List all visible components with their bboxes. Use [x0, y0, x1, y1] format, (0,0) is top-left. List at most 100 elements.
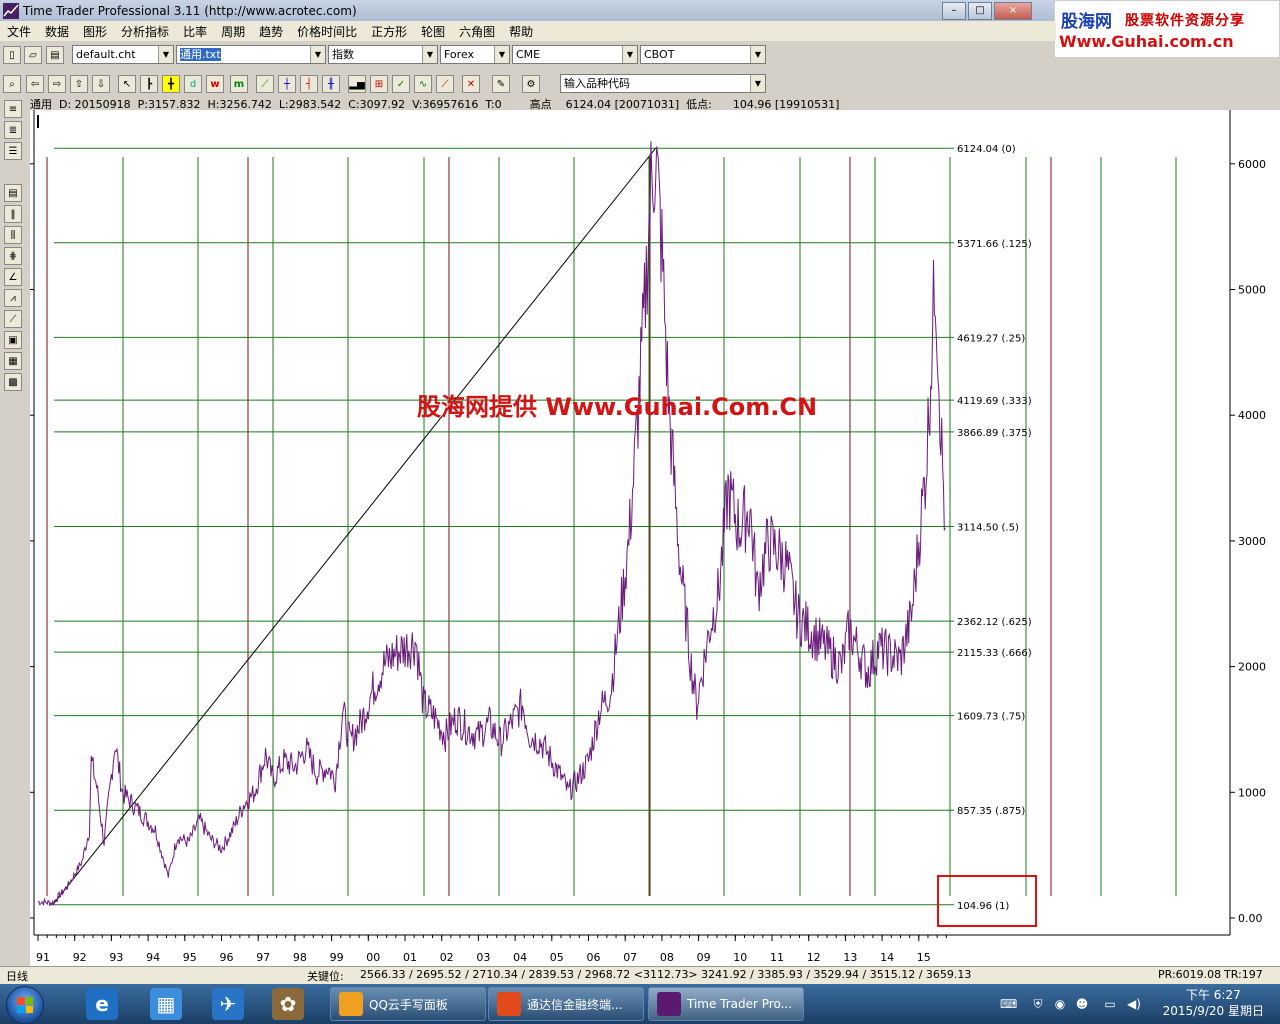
fib-level-label: 3866.89 (.375)	[957, 428, 1032, 439]
price-chart[interactable]: 6124.04 (0) 5371.66 (.125) 4619.27 (.25) 41…	[30, 110, 1280, 966]
ohlc-icon[interactable]: ┤	[300, 75, 318, 93]
monthly-button[interactable]: m	[230, 75, 248, 93]
gann-fan-icon[interactable]: ∠	[4, 268, 22, 286]
candle-icon[interactable]: ╫	[322, 75, 340, 93]
menu-price-time-ratio[interactable]: 价格时间比	[290, 23, 364, 40]
keyboard-tray-icon[interactable]: ⌨	[1000, 996, 1017, 1012]
volume-icon[interactable]: ▂▅	[348, 75, 366, 93]
network-tray-icon[interactable]: ▭	[1102, 996, 1118, 1012]
menu-period[interactable]: 周期	[214, 23, 252, 40]
clock-date: 2015/9/20 星期日	[1162, 1004, 1264, 1018]
zoom-icon[interactable]: ⌕	[3, 75, 21, 93]
daily-button[interactable]: d	[184, 75, 202, 93]
print-icon[interactable]: ▤	[46, 46, 64, 64]
x-tick-label: 09	[697, 951, 711, 964]
cbot-select[interactable]: CBOT ▼	[640, 45, 766, 64]
grid-box-icon[interactable]: ▩	[4, 373, 22, 391]
x-tick-label: 01	[403, 951, 417, 964]
fib-extension-icon[interactable]: ≣	[4, 121, 22, 139]
crosshair-icon[interactable]: ╋	[162, 75, 180, 93]
bar-chart-icon[interactable]: ┼	[278, 75, 296, 93]
vertical-lines-icon[interactable]: ⫼	[4, 226, 22, 244]
menu-file[interactable]: 文件	[0, 23, 38, 40]
timetrader-app-icon	[657, 992, 681, 1016]
x-tick-label: 12	[807, 951, 821, 964]
shield-tray-icon[interactable]: ⛨	[1030, 996, 1046, 1012]
weekly-button[interactable]: w	[206, 75, 224, 93]
arrow-down-icon[interactable]: ⇩	[92, 75, 110, 93]
bar-width-icon[interactable]: ┣	[140, 75, 158, 93]
y-tick-label: 0.00	[1238, 912, 1263, 925]
close-button[interactable]: ×	[994, 2, 1032, 20]
status-key-values: 2566.33 / 2695.52 / 2710.34 / 2839.53 / …	[360, 968, 972, 981]
bird-app-icon[interactable]: ✈	[212, 988, 244, 1020]
category-select[interactable]: 指数 ▼	[328, 45, 438, 64]
time-cycle-icon[interactable]: ‖	[4, 205, 22, 223]
taskbar-item-timetrader[interactable]: Time Trader Pro...	[648, 987, 804, 1021]
symbol-input[interactable]: 输入品种代码 ▼	[560, 74, 766, 93]
fib-levels-icon[interactable]: ☰	[4, 142, 22, 160]
menu-indicators[interactable]: 分析指标	[114, 23, 176, 40]
x-tick-label: 11	[770, 951, 784, 964]
menu-hexagon[interactable]: 六角图	[452, 23, 502, 40]
tdx-app-icon	[497, 992, 521, 1016]
indicator-icon[interactable]: ⊞	[370, 75, 388, 93]
chart-file-select[interactable]: default.cht ▼	[72, 45, 174, 64]
speed-lines-icon[interactable]: ⩘	[4, 289, 22, 307]
paint-app-icon[interactable]: ▦	[150, 988, 182, 1020]
data-file-select[interactable]: 通用.txt ▼	[176, 45, 326, 64]
open-folder-icon[interactable]: ▱	[24, 46, 42, 64]
start-button[interactable]	[6, 986, 44, 1024]
fib-level-label: 3114.50 (.5)	[957, 523, 1019, 534]
line-chart-icon[interactable]: ⟋	[256, 75, 274, 93]
new-file-icon[interactable]: ▯	[3, 46, 21, 64]
delete-icon[interactable]: ✕	[462, 75, 480, 93]
angle-icon[interactable]: ⟋	[4, 310, 22, 328]
security-tray-icon[interactable]: ◉	[1052, 996, 1068, 1012]
volume-tray-icon[interactable]: ◀)	[1126, 996, 1142, 1012]
menu-data[interactable]: 数据	[38, 23, 76, 40]
cme-select[interactable]: CME ▼	[512, 45, 638, 64]
x-tick-label: 10	[733, 951, 747, 964]
x-tick-label: 02	[440, 951, 454, 964]
menu-trend[interactable]: 趋势	[252, 23, 290, 40]
maximize-button[interactable]: □	[968, 2, 992, 20]
menu-ratio[interactable]: 比率	[176, 23, 214, 40]
price-series-line	[37, 141, 946, 907]
taskbar-item-handwriting[interactable]: QQ云手写面板	[330, 987, 486, 1021]
menu-graph[interactable]: 图形	[76, 23, 114, 40]
x-tick-label: 95	[183, 951, 197, 964]
box-chart-icon[interactable]: ▦	[4, 352, 22, 370]
cursor-icon[interactable]: ↖	[118, 75, 136, 93]
menu-bar: 文件 数据 图形 分析指标 比率 周期 趋势 价格时间比 正方形 轮图 六角图 …	[0, 21, 1056, 41]
square-icon[interactable]: ▣	[4, 331, 22, 349]
check-icon[interactable]: ✓	[392, 75, 410, 93]
taskbar-item-tdx[interactable]: 通达信金融终端...	[488, 987, 644, 1021]
pen-icon[interactable]: ✎	[492, 75, 510, 93]
menu-help[interactable]: 帮助	[502, 23, 540, 40]
ie-browser-icon[interactable]: e	[86, 988, 118, 1020]
clock-time: 下午 6:27	[1185, 988, 1241, 1002]
arrow-left-icon[interactable]: ⇦	[26, 75, 44, 93]
palette-icon[interactable]: ✿	[272, 988, 304, 1020]
penguin-tray-icon[interactable]: ☻	[1074, 996, 1090, 1012]
x-tick-label: 99	[330, 951, 344, 964]
fib-retracement-icon[interactable]: ≡	[4, 100, 22, 118]
fib-level-label: 5371.66 (.125)	[957, 239, 1032, 250]
menu-wheel[interactable]: 轮图	[414, 23, 452, 40]
fib-level-label: 857.35 (.875)	[957, 806, 1025, 817]
y-tick-label: 5000	[1238, 284, 1266, 297]
forex-select[interactable]: Forex ▼	[440, 45, 510, 64]
arrow-right-icon[interactable]: ⇨	[48, 75, 66, 93]
minimize-button[interactable]: –	[942, 2, 966, 20]
trend-line-icon[interactable]: ⟋	[436, 75, 454, 93]
horizontal-lines-icon[interactable]: ▤	[4, 184, 22, 202]
menu-square[interactable]: 正方形	[364, 23, 414, 40]
chart-svg: 6124.04 (0) 5371.66 (.125) 4619.27 (.25) 41…	[30, 110, 1266, 964]
grid-lines-icon[interactable]: ⋕	[4, 247, 22, 265]
settings-icon[interactable]: ⚙	[522, 75, 540, 93]
fib-level-label: 104.96 (1)	[957, 901, 1009, 912]
clock[interactable]: 下午 6:27 2015/9/20 星期日	[1163, 987, 1264, 1019]
wave-icon[interactable]: ∿	[414, 75, 432, 93]
arrow-up-icon[interactable]: ⇧	[70, 75, 88, 93]
